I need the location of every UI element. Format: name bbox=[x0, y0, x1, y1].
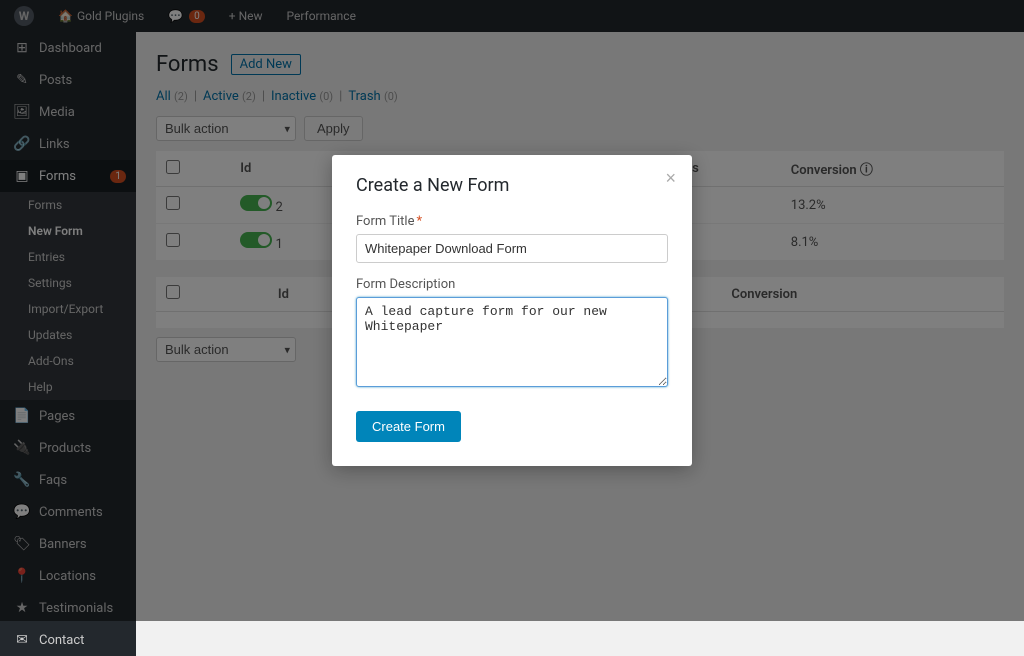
create-form-button[interactable]: Create Form bbox=[356, 411, 461, 442]
sidebar-item-contact[interactable]: ✉ Contact bbox=[0, 624, 136, 656]
form-title-label: Form Title* bbox=[356, 214, 668, 229]
form-description-group: Form Description A lead capture form for… bbox=[356, 277, 668, 391]
form-description-input[interactable]: A lead capture form for our new Whitepap… bbox=[356, 297, 668, 387]
modal-close-button[interactable]: × bbox=[665, 169, 676, 187]
modal-overlay[interactable]: Create a New Form × Form Title* Form Des… bbox=[0, 0, 1024, 621]
form-title-input[interactable] bbox=[356, 234, 668, 263]
required-star: * bbox=[416, 214, 422, 229]
modal: Create a New Form × Form Title* Form Des… bbox=[332, 155, 692, 466]
form-title-group: Form Title* bbox=[356, 214, 668, 263]
form-description-label: Form Description bbox=[356, 277, 668, 292]
sidebar-label-contact: Contact bbox=[39, 633, 84, 648]
modal-title: Create a New Form bbox=[356, 175, 668, 196]
contact-icon: ✉ bbox=[13, 632, 31, 648]
